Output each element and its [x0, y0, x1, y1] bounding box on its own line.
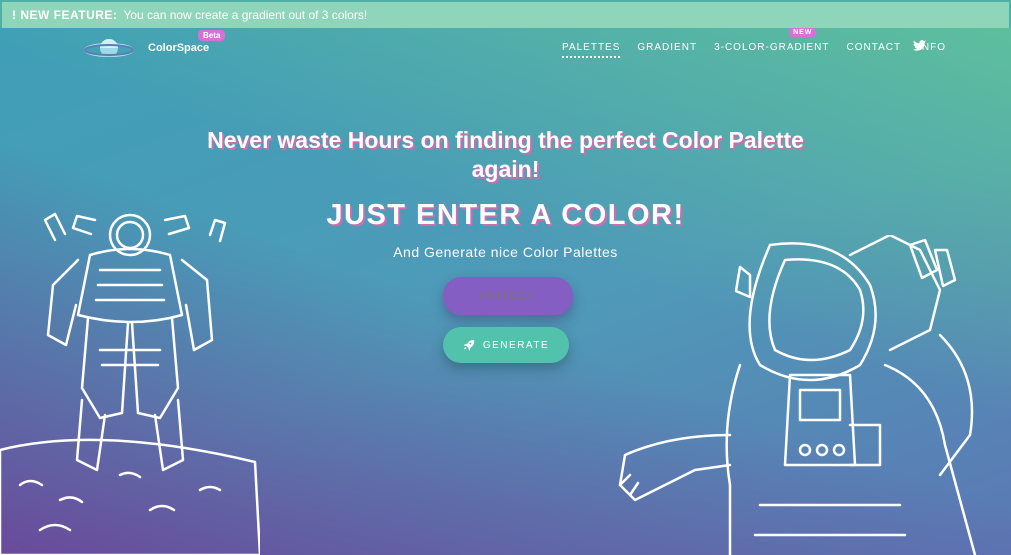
feature-banner: ! NEW FEATURE: You can now create a grad…	[0, 0, 1011, 28]
color-hex-input[interactable]	[443, 277, 573, 315]
nav-item-gradient[interactable]: GRADIENT	[637, 42, 697, 58]
hero-tagline: And Generate nice Color Palettes	[393, 244, 618, 260]
beta-badge: Beta	[198, 30, 226, 41]
banner-label: ! NEW FEATURE:	[12, 8, 118, 22]
generate-button-label: GENERATE	[482, 339, 550, 351]
astronaut-right-illustration	[618, 235, 977, 555]
nav-menu: PALETTES GRADIENT 3-COLOR-GRADIENT NEW C…	[562, 28, 963, 58]
rocket-icon	[463, 339, 475, 351]
banner-message: You can now create a gradient out of 3 c…	[123, 8, 368, 22]
hero-sub-headline: JUST ENTER A COLOR!	[326, 199, 685, 231]
headline-line-2: again!	[471, 156, 540, 182]
nav-item-3-color-gradient[interactable]: 3-COLOR-GRADIENT NEW	[714, 28, 830, 58]
navbar: ColorSpace Beta PALETTES GRADIENT 3-COLO…	[0, 28, 1011, 68]
nav-item-palettes[interactable]: PALETTES	[562, 42, 621, 58]
hero-headline: Never waste Hours on finding the perfect…	[0, 126, 1011, 184]
new-badge: NEW	[789, 28, 817, 37]
headline-line-1: Never waste Hours on finding the perfect…	[207, 127, 804, 153]
twitter-icon[interactable]	[913, 40, 926, 51]
brand-name[interactable]: ColorSpace	[148, 42, 209, 54]
generate-button[interactable]: GENERATE	[443, 327, 569, 363]
nav-item-label: 3-COLOR-GRADIENT	[714, 42, 830, 53]
planet-logo-icon[interactable]	[84, 36, 134, 60]
nav-item-contact[interactable]: CONTACT	[847, 42, 902, 58]
